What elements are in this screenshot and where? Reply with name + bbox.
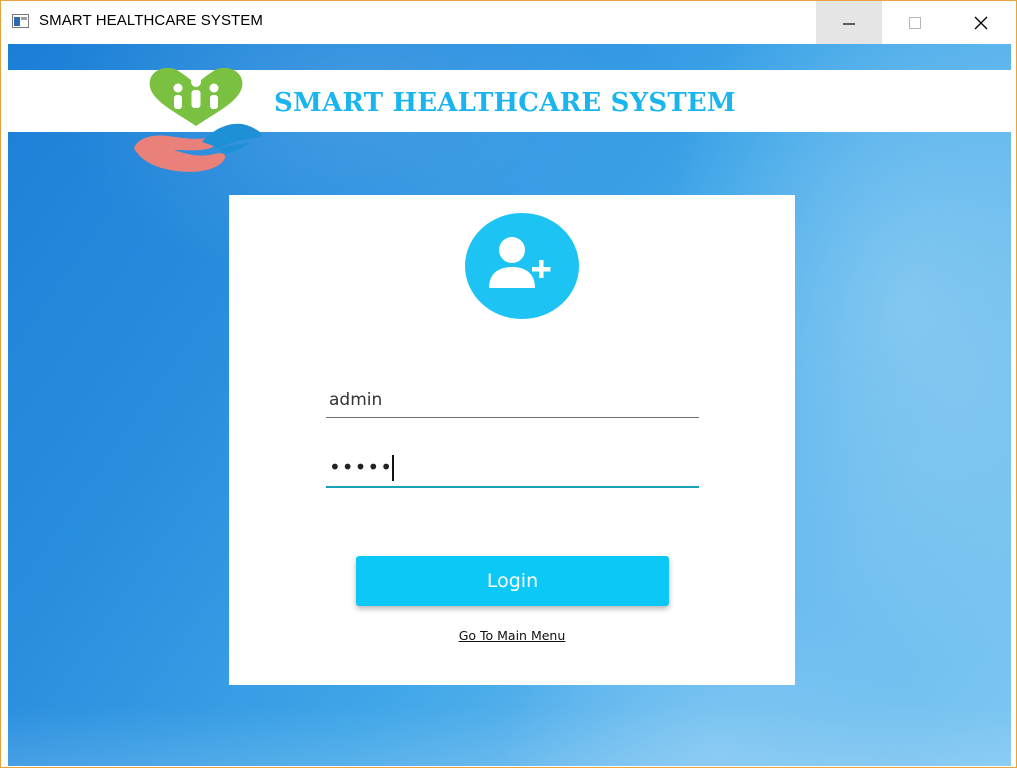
text-caret [392, 455, 394, 481]
window-title: SMART HEALTHCARE SYSTEM [39, 12, 264, 29]
add-user-icon [489, 237, 551, 288]
username-field[interactable]: admin [326, 378, 699, 418]
maximize-icon [909, 16, 921, 29]
username-value: admin [329, 390, 383, 410]
minimize-icon [843, 22, 855, 25]
maximize-button[interactable] [882, 1, 948, 44]
go-to-main-menu-link[interactable]: Go To Main Menu [229, 628, 795, 643]
login-card: admin ••••• Login Go To Main Menu [229, 195, 795, 685]
app-window: SMART HEALTHCARE SYSTEM SMART HEALTHCARE… [0, 0, 1017, 768]
brand-title: SMART HEALTHCARE SYSTEM [274, 88, 736, 118]
login-screen: SMART HEALTHCARE SYSTEM admin ••••• Logi… [8, 44, 1011, 766]
close-icon [974, 16, 988, 29]
header-banner: SMART HEALTHCARE SYSTEM [8, 68, 1011, 172]
heart-hands-family-logo-icon [134, 68, 262, 172]
close-button[interactable] [948, 1, 1014, 44]
background-shade [8, 706, 1011, 766]
title-bar[interactable]: SMART HEALTHCARE SYSTEM [1, 1, 1016, 44]
login-button[interactable]: Login [356, 556, 669, 606]
password-field[interactable]: ••••• [326, 448, 699, 488]
minimize-button[interactable] [816, 1, 882, 44]
app-icon [12, 14, 29, 28]
avatar-badge [465, 213, 579, 319]
password-masked-value: ••••• [329, 455, 393, 479]
